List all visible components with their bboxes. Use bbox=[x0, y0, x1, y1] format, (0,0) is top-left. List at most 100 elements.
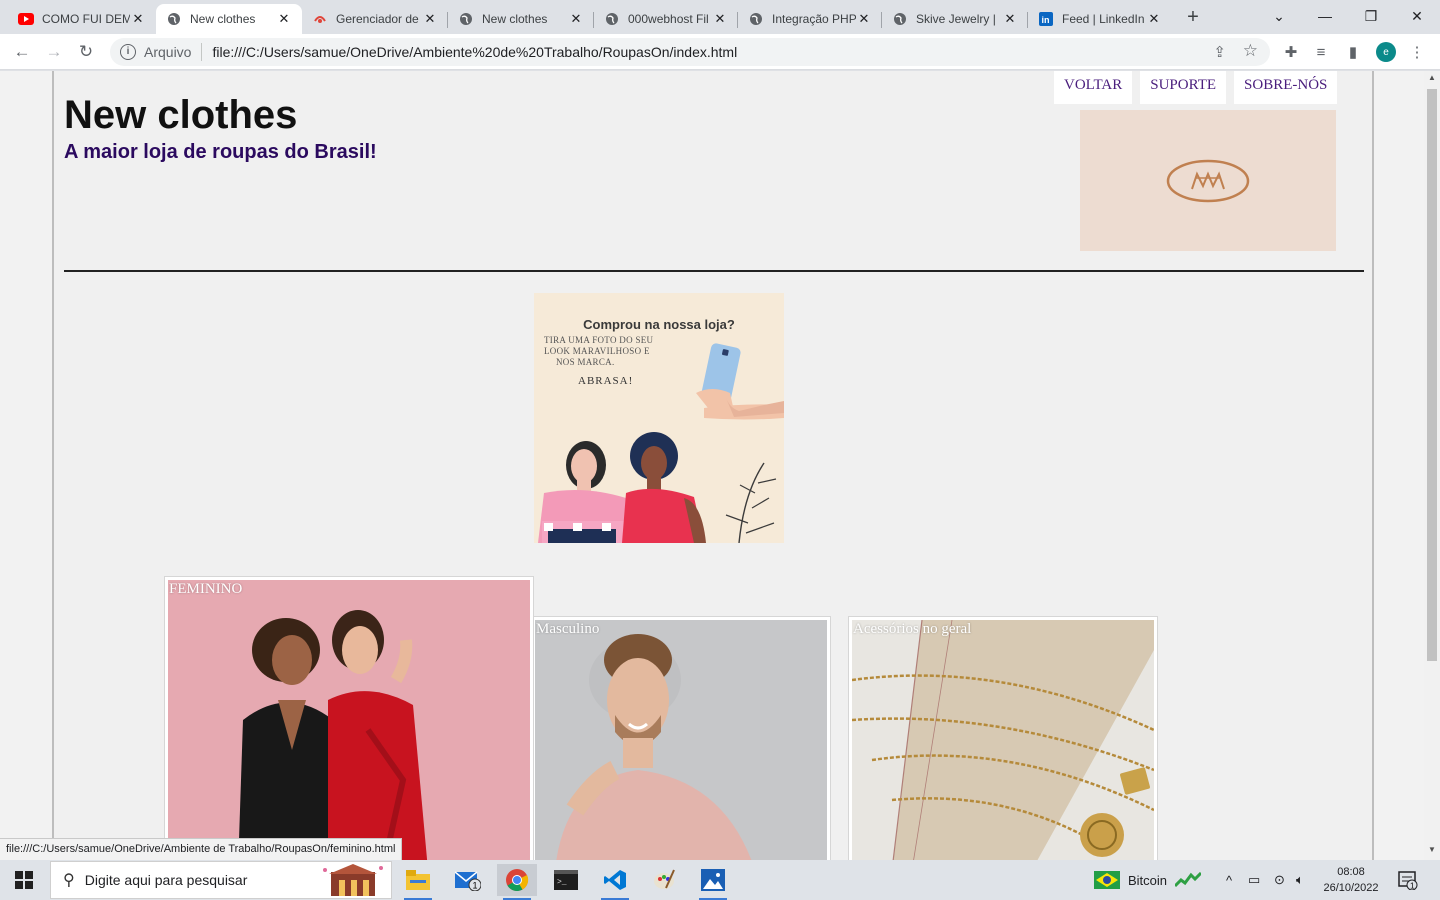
minimize-button[interactable]: — bbox=[1302, 0, 1348, 32]
status-bar-url: file:///C:/Users/samue/OneDrive/Ambiente… bbox=[0, 838, 403, 860]
acessorios-image bbox=[852, 620, 1154, 860]
start-button[interactable] bbox=[0, 860, 48, 900]
notifications-icon[interactable]: 1 bbox=[1398, 860, 1418, 900]
page-scrollbar[interactable]: ▲ ▼ bbox=[1424, 71, 1440, 860]
hidden-icons-chevron-icon[interactable]: ^ bbox=[1226, 860, 1232, 900]
tab-title: Integração PHP bbox=[772, 12, 856, 26]
nav-voltar-link[interactable]: VOLTAR bbox=[1054, 71, 1133, 104]
search-highlight-illustration-icon bbox=[323, 864, 383, 896]
close-tab-icon[interactable]: ✕ bbox=[276, 11, 292, 27]
forward-button[interactable]: → bbox=[42, 40, 66, 64]
bookmark-star-icon[interactable]: ☆ bbox=[1243, 41, 1258, 61]
page-container: New clothes A maior loja de roupas do Br… bbox=[52, 71, 1374, 860]
menu-kebab-icon[interactable]: ⋮ bbox=[1406, 41, 1428, 63]
close-tab-icon[interactable]: ✕ bbox=[856, 11, 872, 27]
close-tab-icon[interactable]: ✕ bbox=[712, 11, 728, 27]
close-window-button[interactable]: ✕ bbox=[1394, 0, 1440, 32]
scroll-down-icon[interactable]: ▼ bbox=[1427, 845, 1437, 854]
network-icon[interactable]: ▭ bbox=[1248, 860, 1260, 900]
close-tab-icon[interactable]: ✕ bbox=[568, 11, 584, 27]
tab-gerenciador[interactable]: Gerenciador de ✕ bbox=[302, 4, 448, 34]
tab-000webhost[interactable]: 000webhost Fil ✕ bbox=[594, 4, 738, 34]
tab-linkedin[interactable]: in Feed | LinkedIn ✕ bbox=[1028, 4, 1172, 34]
tab-title: Skive Jewelry | bbox=[916, 12, 996, 26]
globe-icon bbox=[458, 11, 474, 27]
media-queue-icon[interactable]: ≡ bbox=[1310, 41, 1332, 63]
tab-strip: COMO FUI DEM ✕ New clothes ✕ Gerenciador… bbox=[0, 0, 1440, 34]
reload-button[interactable]: ↻ bbox=[74, 40, 98, 64]
brazil-flag-icon bbox=[1094, 871, 1120, 889]
taskbar-search-input[interactable]: ⚲ Digite aqui para pesquisar bbox=[50, 861, 392, 899]
globe-icon bbox=[166, 11, 182, 27]
close-tab-icon[interactable]: ✕ bbox=[1146, 11, 1162, 27]
new-tab-button[interactable]: + bbox=[1182, 6, 1204, 28]
share-icon[interactable]: ⇪ bbox=[1213, 43, 1226, 61]
category-label: Masculino bbox=[536, 621, 600, 637]
nav-sobre-nos-link[interactable]: SOBRE-NÓS bbox=[1234, 71, 1338, 104]
close-tab-icon[interactable]: ✕ bbox=[1002, 11, 1018, 27]
url-text[interactable]: file:///C:/Users/samue/OneDrive/Ambiente… bbox=[212, 44, 737, 60]
tab-integracao-php[interactable]: Integração PHP ✕ bbox=[738, 4, 882, 34]
logo-mark-icon bbox=[1166, 159, 1250, 202]
windows-taskbar: ⚲ Digite aqui para pesquisar 1 >_ Bitcoi… bbox=[0, 860, 1440, 900]
tab-new-clothes[interactable]: New clothes ✕ bbox=[448, 4, 594, 34]
info-icon[interactable]: i bbox=[120, 44, 136, 60]
svg-text:in: in bbox=[1042, 15, 1050, 25]
carousel-dot[interactable] bbox=[573, 523, 582, 531]
carousel-dot[interactable] bbox=[602, 523, 611, 531]
page-viewport: New clothes A maior loja de roupas do Br… bbox=[0, 71, 1440, 860]
category-card-feminino[interactable]: FEMININO bbox=[164, 576, 534, 860]
tab-title: New clothes bbox=[482, 12, 548, 26]
vscode-icon[interactable] bbox=[595, 864, 635, 900]
tab-title: 000webhost Fil bbox=[628, 12, 709, 26]
bitcoin-label: Bitcoin bbox=[1128, 872, 1168, 888]
close-tab-icon[interactable]: ✕ bbox=[422, 11, 438, 27]
globe-icon bbox=[892, 11, 908, 27]
tab-youtube[interactable]: COMO FUI DEM ✕ bbox=[8, 4, 156, 34]
tab-search-icon[interactable]: ⌄ bbox=[1256, 0, 1302, 32]
promo-carousel[interactable]: Comprou na nossa loja? TIRA UMA FOTO DO … bbox=[534, 293, 784, 543]
volume-icon[interactable]: 🔈︎ bbox=[1296, 860, 1304, 900]
cloud-sync-icon[interactable]: ⊙ bbox=[1274, 860, 1285, 900]
category-card-acessorios[interactable]: Acessórios no geral bbox=[848, 616, 1158, 860]
bitcoin-widget[interactable]: Bitcoin bbox=[1094, 860, 1202, 900]
category-card-masculino[interactable]: Masculino bbox=[531, 616, 831, 860]
tab-title: New clothes bbox=[190, 12, 256, 26]
globe-icon bbox=[748, 11, 764, 27]
mail-badge: 1 bbox=[473, 881, 478, 891]
tab-title: Feed | LinkedIn bbox=[1062, 12, 1145, 26]
photos-icon[interactable] bbox=[693, 864, 733, 900]
promo-illustration bbox=[538, 343, 784, 543]
extensions-icon[interactable]: ✚ bbox=[1280, 41, 1302, 63]
nav-suporte-link[interactable]: SUPORTE bbox=[1140, 71, 1227, 104]
address-bar[interactable]: i Arquivo file:///C:/Users/samue/OneDriv… bbox=[110, 38, 1270, 66]
paint-icon[interactable] bbox=[644, 864, 684, 896]
site-title: New clothes bbox=[64, 93, 298, 137]
clock-date: 26/10/2022 bbox=[1323, 882, 1379, 894]
file-explorer-icon[interactable] bbox=[398, 864, 438, 900]
tab-new-clothes-active[interactable]: New clothes ✕ bbox=[156, 4, 302, 34]
search-icon: ⚲ bbox=[63, 872, 75, 889]
category-label: FEMININO bbox=[169, 581, 243, 597]
youtube-icon bbox=[18, 11, 34, 27]
terminal-icon[interactable]: >_ bbox=[546, 864, 586, 896]
close-tab-icon[interactable]: ✕ bbox=[130, 11, 146, 27]
chrome-icon[interactable] bbox=[497, 864, 537, 900]
notification-badge: 1 bbox=[1410, 882, 1415, 891]
scroll-up-icon[interactable]: ▲ bbox=[1427, 73, 1437, 82]
svg-text:>_: >_ bbox=[557, 878, 567, 887]
profile-avatar[interactable]: e bbox=[1376, 42, 1396, 62]
taskbar-clock[interactable]: 08:08 26/10/2022 bbox=[1318, 864, 1384, 896]
tab-skive-jewelry[interactable]: Skive Jewelry | ✕ bbox=[882, 4, 1028, 34]
carousel-dots bbox=[544, 523, 611, 531]
carousel-dot[interactable] bbox=[544, 523, 553, 531]
side-panel-icon[interactable]: ▮ bbox=[1342, 41, 1364, 63]
globe-icon bbox=[604, 11, 620, 27]
tab-title: COMO FUI DEM bbox=[42, 12, 130, 26]
restore-button[interactable]: ❐ bbox=[1348, 0, 1394, 32]
site-subtitle: A maior loja de roupas do Brasil! bbox=[64, 141, 377, 163]
store-logo[interactable] bbox=[1080, 110, 1336, 251]
back-button[interactable]: ← bbox=[10, 40, 34, 64]
mail-icon[interactable]: 1 bbox=[448, 864, 488, 896]
scrollbar-thumb[interactable] bbox=[1427, 89, 1437, 661]
